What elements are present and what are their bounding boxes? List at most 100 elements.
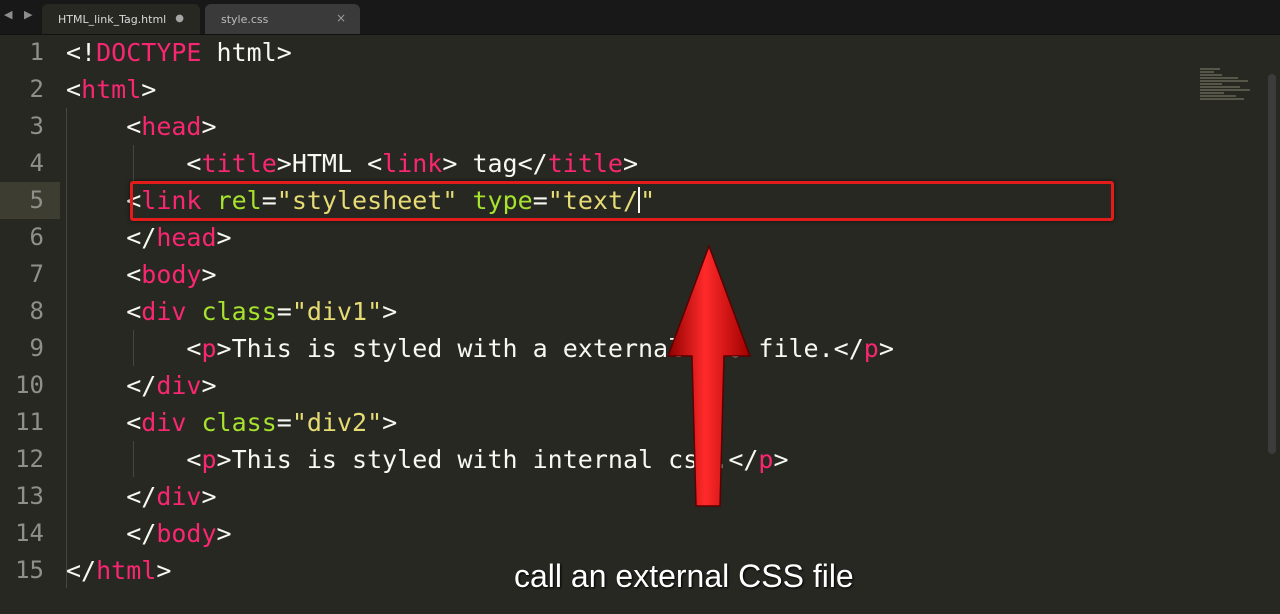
code-token: div (141, 297, 187, 326)
code-token: = (276, 408, 292, 437)
line-number-gutter: 1 2 3 4 5 6 7 8 9 10 11 12 13 14 15 (0, 34, 60, 614)
code-token: > (216, 519, 232, 548)
code-token: </ (126, 482, 157, 511)
line-number: 2 (29, 75, 44, 103)
code-token: "div1" (291, 297, 383, 326)
tab-style-css[interactable]: style.css × (205, 4, 360, 34)
tab-nav-arrows-icon[interactable]: ◀ ▶ (4, 8, 36, 21)
minimap[interactable] (1200, 68, 1260, 104)
code-token: class (201, 408, 277, 437)
tab-label: style.css (221, 13, 269, 26)
tab-html-link-tag[interactable]: HTML_link_Tag.html ● (42, 4, 200, 34)
code-line[interactable]: <div class="div1"> (66, 293, 397, 330)
code-token: html (201, 38, 277, 67)
line-number: 1 (29, 38, 44, 66)
code-token: < (186, 334, 202, 363)
code-token: </ (126, 371, 157, 400)
code-token: > (622, 149, 639, 178)
code-token: > (216, 223, 232, 252)
code-editor[interactable]: 1 2 3 4 5 6 7 8 9 10 11 12 13 14 15 <!DOCTYPE html> <ht… (0, 34, 1280, 614)
code-token: < (126, 260, 142, 289)
code-token: </ (126, 223, 157, 252)
code-token: > (141, 75, 157, 104)
code-token: link (382, 149, 443, 178)
vertical-scrollbar[interactable] (1268, 74, 1276, 454)
tab-label: HTML_link_Tag.html (58, 13, 167, 26)
code-token: > (276, 149, 292, 178)
code-token: < (66, 75, 82, 104)
code-token: > (201, 260, 217, 289)
code-token: > (216, 334, 232, 363)
code-line[interactable]: <!DOCTYPE html> (66, 34, 292, 71)
line-number: 13 (15, 482, 44, 510)
modified-dot-icon[interactable]: ● (175, 13, 184, 24)
code-token: "div2" (291, 408, 383, 437)
line-number: 8 (29, 297, 44, 325)
line-number: 7 (29, 260, 44, 288)
code-line[interactable]: <div class="div2"> (66, 404, 397, 441)
code-token: > tag (442, 149, 518, 178)
code-token: head (156, 223, 217, 252)
line-number: 4 (29, 149, 44, 177)
code-token: < (186, 149, 202, 178)
code-token: < (126, 112, 142, 141)
code-line[interactable]: </body> (66, 515, 232, 552)
code-line[interactable]: </html> (66, 552, 171, 589)
code-line[interactable]: <p>This is styled with a external css fi… (66, 330, 893, 367)
up-arrow-icon (666, 244, 752, 507)
code-line[interactable]: </head> (66, 219, 232, 256)
code-token: body (141, 260, 202, 289)
code-token: head (141, 112, 202, 141)
code-token: This is styled with internal css. (231, 445, 729, 474)
code-token: < (186, 445, 202, 474)
caption-text: call an external CSS file (514, 558, 854, 594)
code-token: html (96, 556, 157, 585)
code-token: class (201, 297, 277, 326)
tab-bar: ◀ ▶ HTML_link_Tag.html ● style.css × (0, 0, 1280, 35)
code-token: < (126, 408, 142, 437)
highlight-box (130, 181, 1114, 221)
code-token: > (156, 556, 172, 585)
code-token: p (201, 445, 217, 474)
code-token: </ (66, 556, 97, 585)
code-token: p (863, 334, 879, 363)
code-line[interactable]: <body> (66, 256, 217, 293)
code-line[interactable]: <head> (66, 108, 217, 145)
line-number: 10 (15, 371, 44, 399)
line-number: 3 (29, 112, 44, 140)
line-number: 11 (15, 408, 44, 436)
code-token: title (201, 149, 277, 178)
code-line[interactable]: <title>HTML <link> tag</title> (66, 145, 638, 182)
code-token: p (758, 445, 774, 474)
close-icon[interactable]: × (336, 11, 346, 25)
line-number: 15 (15, 556, 44, 584)
code-token: title (547, 149, 623, 178)
code-line[interactable]: </div> (66, 367, 217, 404)
code-token: < (126, 297, 142, 326)
code-line[interactable]: </div> (66, 478, 216, 515)
line-number: 6 (29, 223, 44, 251)
code-token: <! (66, 38, 97, 67)
code-token: </ (126, 519, 157, 548)
code-token: > (201, 371, 217, 400)
code-line[interactable]: <html> (66, 71, 156, 108)
code-token: div (156, 482, 202, 511)
code-token: > (201, 112, 217, 141)
code-token: div (141, 408, 187, 437)
code-token: </ (517, 149, 548, 178)
code-token: > (382, 408, 398, 437)
line-number: 5 (29, 186, 44, 214)
code-token: > (382, 297, 398, 326)
